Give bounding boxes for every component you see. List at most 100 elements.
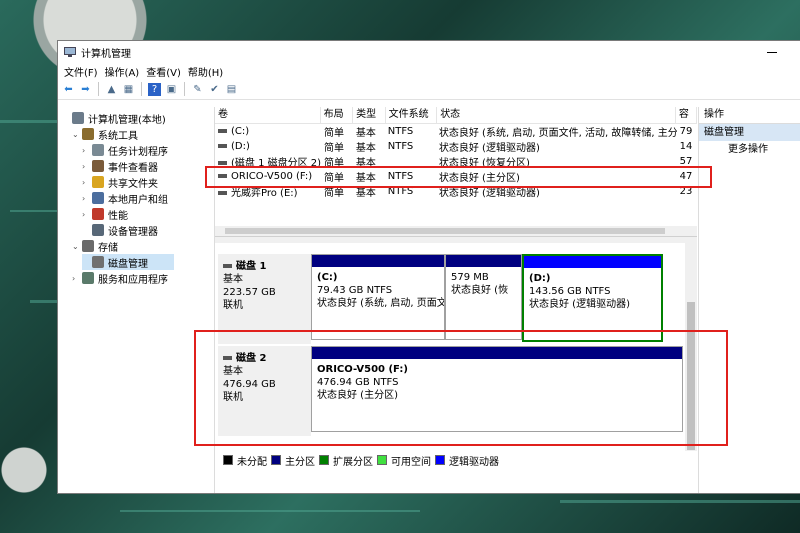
tree-expand-icon[interactable]: › bbox=[82, 162, 92, 171]
tree-expand-icon[interactable]: ⌄ bbox=[72, 242, 82, 251]
partition-block[interactable]: (D:) 143.56 GB NTFS 状态良好 (逻辑驱动器) bbox=[522, 254, 663, 342]
cell-text: NTFS bbox=[387, 171, 414, 182]
cell-text: 光威弈Pro (E:) bbox=[231, 188, 298, 199]
tree-item[interactable]: › 事件查看器 bbox=[82, 158, 158, 174]
tree-item-label: 磁盘管理 bbox=[108, 258, 148, 270]
volume-list-horizontal-scrollbar[interactable] bbox=[215, 226, 697, 236]
tree-item[interactable]: 磁盘管理 bbox=[82, 254, 174, 270]
tree-expand-icon[interactable]: ⌄ bbox=[72, 130, 82, 139]
tree-item-label: 事件查看器 bbox=[108, 162, 158, 174]
legend-label: 主分区 bbox=[285, 456, 315, 468]
tree-item-label: 共享文件夹 bbox=[108, 178, 158, 190]
volume-fs-cell: NTFS bbox=[385, 126, 436, 137]
legend-swatch bbox=[271, 455, 281, 465]
title-bar: 计算机管理 bbox=[58, 41, 800, 63]
disk-name-text: 磁盘 1 bbox=[236, 261, 267, 272]
properties-icon[interactable]: ▤ bbox=[225, 83, 238, 96]
cell-text: 基本 bbox=[355, 143, 376, 154]
tree-expand-icon[interactable]: › bbox=[82, 178, 92, 187]
table-row[interactable]: ORICO-V500 (F:) 简单 基本 NTFS 状态良好 (主分区) 47 bbox=[215, 169, 697, 184]
tree-expand-icon[interactable]: › bbox=[82, 194, 92, 203]
cell-text: 状态良好 (逻辑驱动器) bbox=[438, 143, 540, 154]
partition-line1: 143.56 GB NTFS bbox=[529, 286, 611, 297]
tree-expand-icon[interactable]: › bbox=[82, 146, 92, 155]
cell-text: 简单 bbox=[324, 128, 344, 139]
connect-icon[interactable]: ✎ bbox=[191, 83, 204, 96]
menu-item[interactable]: 操作(A) bbox=[105, 64, 147, 79]
volume-type-cell: 基本 bbox=[353, 139, 385, 154]
table-row[interactable]: (磁盘 1 磁盘分区 2) 简单 基本 状态良好 (恢复分区) 57 bbox=[215, 154, 697, 169]
back-arrow-icon[interactable]: ⬅ bbox=[62, 83, 75, 96]
local-users-icon bbox=[92, 192, 104, 204]
volume-type-cell: 基本 bbox=[353, 184, 385, 199]
toolbar-separator bbox=[98, 82, 99, 96]
tree-item[interactable]: › 本地用户和组 bbox=[82, 190, 168, 206]
volume-name-cell: (磁盘 1 磁盘分区 2) bbox=[215, 154, 321, 169]
menu-item[interactable]: 文件(F) bbox=[64, 64, 105, 79]
tree-item[interactable]: › 服务和应用程序 bbox=[72, 270, 168, 286]
column-header[interactable]: 卷 bbox=[215, 107, 321, 123]
help-icon[interactable]: ? bbox=[148, 82, 161, 96]
minimize-icon[interactable] bbox=[767, 51, 777, 53]
volume-cap-cell: 14 bbox=[677, 141, 697, 152]
disk-view-vertical-scrollbar[interactable] bbox=[685, 243, 697, 451]
tree-item[interactable]: 设备管理器 bbox=[82, 222, 158, 238]
volume-status-cell: 状态良好 (逻辑驱动器) bbox=[436, 184, 677, 199]
volume-cap-cell: 47 bbox=[677, 171, 697, 182]
column-header[interactable]: 类型 bbox=[353, 107, 386, 123]
up-folder-icon[interactable]: ▲ bbox=[105, 83, 118, 96]
volume-name-cell: ORICO-V500 (F:) bbox=[215, 171, 321, 182]
tree-item[interactable]: › 任务计划程序 bbox=[82, 142, 168, 158]
partition-line2: 状态良好 (逻辑驱动器) bbox=[529, 299, 630, 310]
column-header[interactable]: 文件系统 bbox=[386, 107, 438, 123]
check-icon[interactable]: ✔ bbox=[208, 83, 221, 96]
menu-item[interactable]: 帮助(H) bbox=[188, 64, 230, 79]
partition-block[interactable]: (C:) 79.43 GB NTFS 状态良好 (系统, 启动, 页面文 bbox=[311, 254, 445, 340]
tree-item[interactable]: ⌄ 存储 bbox=[72, 238, 118, 254]
tree-item[interactable]: › 性能 bbox=[82, 206, 128, 222]
show-hide-tree-icon[interactable]: ▦ bbox=[122, 83, 135, 96]
partition-block[interactable]: 579 MB 状态良好 (恢 bbox=[445, 254, 522, 340]
partition-line1: 79.43 GB NTFS bbox=[317, 285, 393, 296]
more-actions-link[interactable]: 更多操作 bbox=[699, 141, 800, 158]
computer-management-icon bbox=[64, 46, 76, 57]
column-header[interactable]: 布局 bbox=[321, 107, 354, 123]
tree-item[interactable]: ⌄ 系统工具 bbox=[72, 126, 138, 142]
tree-expand-icon[interactable]: › bbox=[72, 274, 82, 283]
toolbar-separator bbox=[184, 82, 185, 96]
menu-item[interactable]: 查看(V) bbox=[146, 64, 188, 79]
actions-header: 操作 bbox=[699, 107, 800, 124]
volume-icon bbox=[218, 174, 227, 178]
volume-name-cell: (D:) bbox=[215, 141, 321, 152]
tree-item[interactable]: › 共享文件夹 bbox=[82, 174, 158, 190]
volume-status-cell: 状态良好 (逻辑驱动器) bbox=[436, 139, 677, 154]
tree-expand-icon[interactable]: › bbox=[82, 210, 92, 219]
window-title: 计算机管理 bbox=[81, 48, 131, 60]
partition-title: ORICO-V500 (F:) bbox=[317, 364, 408, 375]
table-row[interactable]: 光威弈Pro (E:) 简单 基本 NTFS 状态良好 (逻辑驱动器) 23 bbox=[215, 184, 697, 199]
cell-text: 简单 bbox=[324, 158, 344, 169]
column-header[interactable]: 状态 bbox=[437, 107, 676, 123]
legend-swatch bbox=[377, 455, 387, 465]
cell-text: ORICO-V500 (F:) bbox=[231, 171, 313, 182]
table-row[interactable]: (C:) 简单 基本 NTFS 状态良好 (系统, 启动, 页面文件, 活动, 故障转储… bbox=[215, 124, 697, 139]
partition-color-band bbox=[312, 255, 444, 267]
actions-pane: 操作 磁盘管理 更多操作 bbox=[698, 107, 800, 493]
table-row[interactable]: (D:) 简单 基本 NTFS 状态良好 (逻辑驱动器) 14 bbox=[215, 139, 697, 154]
actions-disk-management[interactable]: 磁盘管理 bbox=[699, 124, 800, 141]
forward-arrow-icon[interactable]: ➡ bbox=[79, 83, 92, 96]
shared-folders-icon bbox=[92, 176, 104, 188]
legend-swatch bbox=[435, 455, 445, 465]
cell-text: 基本 bbox=[355, 188, 376, 199]
volume-type-cell: 基本 bbox=[353, 154, 385, 169]
tree-item[interactable]: 计算机管理(本地) bbox=[62, 110, 166, 126]
cell-text: 23 bbox=[679, 186, 693, 197]
tree-item-label: 设备管理器 bbox=[108, 226, 158, 238]
cell-text: 基本 bbox=[355, 158, 376, 169]
cell-text: NTFS bbox=[387, 186, 414, 197]
volume-layout-cell: 简单 bbox=[321, 139, 353, 154]
console-icon[interactable]: ▣ bbox=[165, 83, 178, 96]
volume-icon bbox=[218, 144, 227, 148]
column-header[interactable]: 容 bbox=[676, 107, 697, 123]
partition-block[interactable]: ORICO-V500 (F:) 476.94 GB NTFS 状态良好 (主分区) bbox=[311, 346, 683, 432]
